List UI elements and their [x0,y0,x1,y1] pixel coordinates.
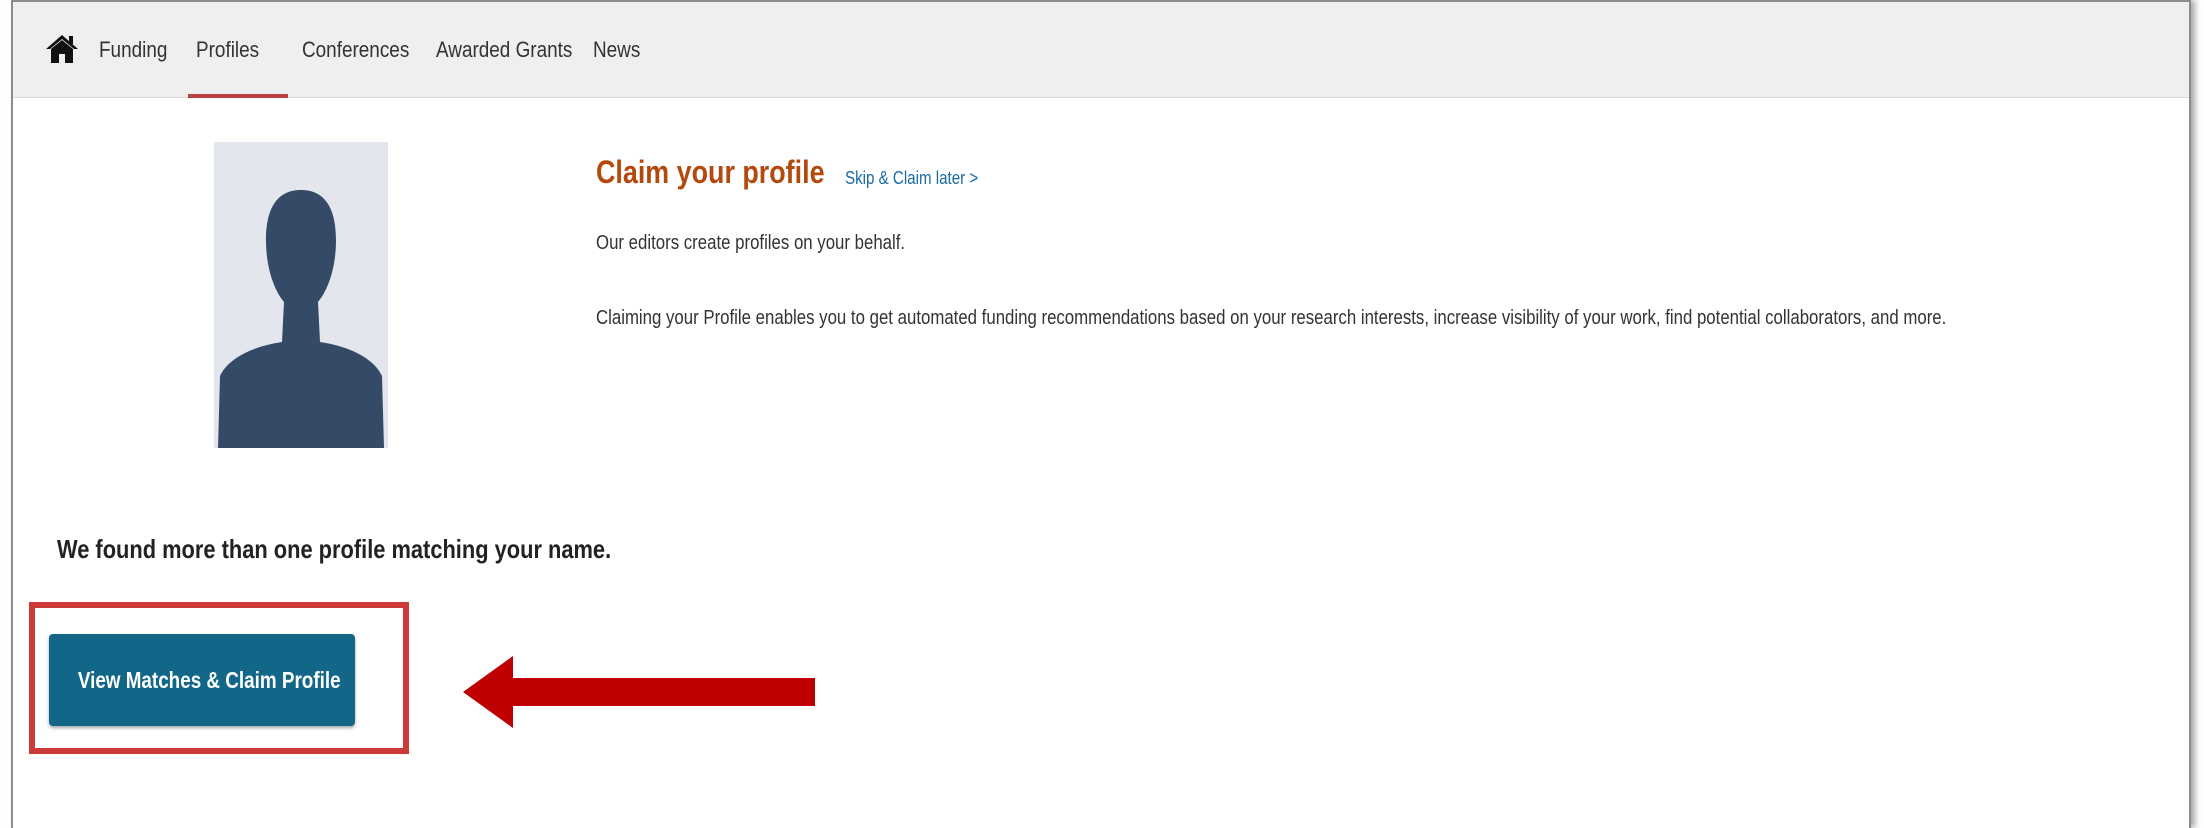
skip-claim-later-link[interactable]: Skip & Claim later > [845,168,978,189]
active-tab-indicator [188,94,288,98]
nav-funding[interactable]: Funding [99,2,167,98]
person-silhouette-icon [218,190,384,448]
claim-profile-title: Claim your profile [596,154,825,190]
nav-awarded-grants[interactable]: Awarded Grants [436,2,572,98]
nav-conferences[interactable]: Conferences [302,2,409,98]
profile-avatar [214,142,388,448]
top-navbar: Funding Profiles Conferences Awarded Gra… [13,2,2189,98]
button-label: View Matches & Claim Profile [77,666,341,693]
claim-benefits-description: Claiming your Profile enables you to get… [596,307,1947,329]
browser-frame: Funding Profiles Conferences Awarded Gra… [11,0,2191,828]
view-matches-claim-profile-button[interactable]: View Matches & Claim Profile [49,634,355,726]
editors-description: Our editors create profiles on your beha… [596,232,906,254]
arrow-left-icon [463,656,815,728]
home-icon[interactable] [45,34,79,64]
nav-news[interactable]: News [593,2,640,98]
nav-profiles[interactable]: Profiles [196,2,259,98]
multiple-matches-message: We found more than one profile matching … [57,534,612,564]
